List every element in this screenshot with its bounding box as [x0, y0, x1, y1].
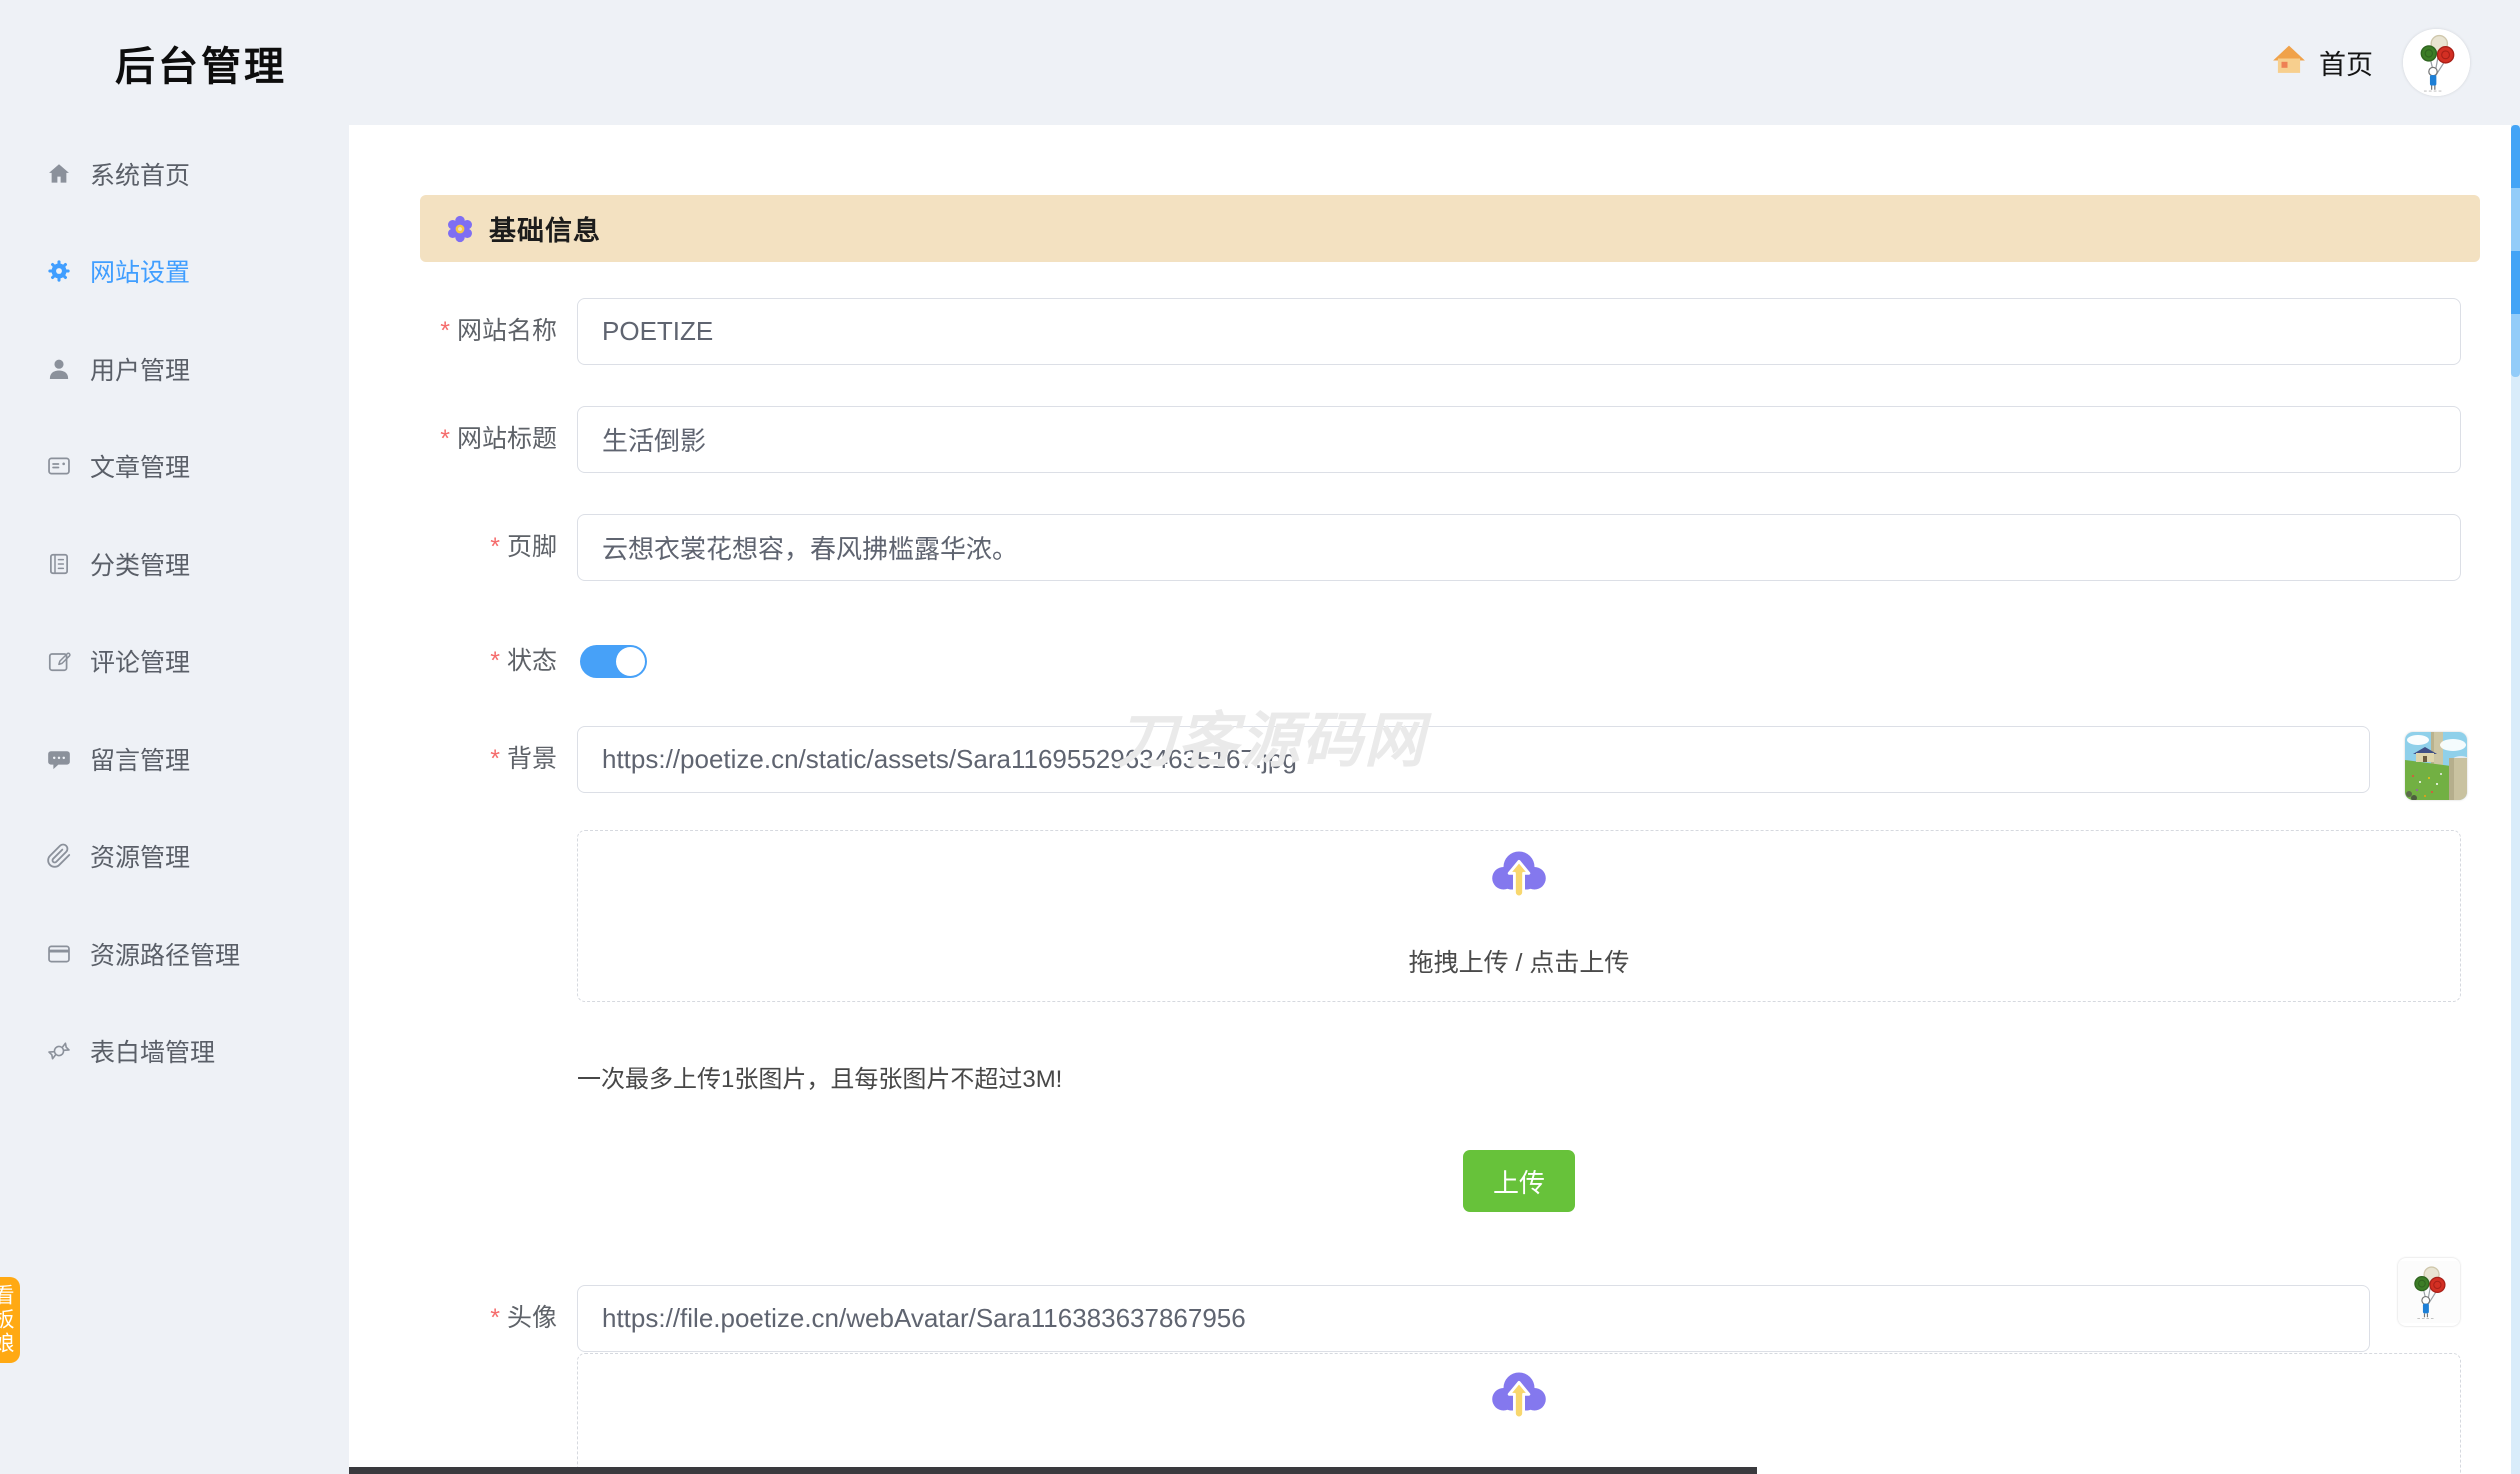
required-asterisk: *	[490, 1304, 500, 1332]
home-icon	[46, 161, 72, 187]
gear-icon	[46, 258, 72, 284]
required-asterisk: *	[490, 745, 500, 773]
postcard-icon	[46, 453, 72, 479]
upload-button[interactable]: 上传	[1463, 1150, 1575, 1212]
house-icon	[2271, 42, 2307, 83]
background-url-input[interactable]	[577, 726, 2370, 793]
avatar-url-input[interactable]	[577, 1285, 2370, 1352]
scrollbar-track[interactable]	[2511, 125, 2520, 1474]
paperclip-icon	[46, 843, 72, 869]
site-title-label: *网站标题	[349, 406, 557, 473]
footer-label: *页脚	[349, 514, 557, 581]
edit-icon	[46, 648, 72, 674]
required-asterisk: *	[440, 317, 450, 345]
sidebar-item-categories[interactable]: 分类管理	[0, 515, 349, 613]
sidebar-item-resource-paths[interactable]: 资源路径管理	[0, 905, 349, 1003]
app-header: 后台管理 首页	[0, 0, 2520, 125]
upload-note: 一次最多上传1张图片，且每张图片不超过3M!	[577, 1059, 1062, 1094]
notebook-icon	[46, 551, 72, 577]
status-toggle[interactable]	[580, 645, 647, 678]
sidebar-item-site-settings[interactable]: 网站设置	[0, 223, 349, 321]
sidebar-item-users[interactable]: 用户管理	[0, 320, 349, 418]
footer-row: *页脚	[349, 514, 2510, 581]
sidebar-item-confession-wall[interactable]: 表白墙管理	[0, 1003, 349, 1101]
avatar-thumbnail[interactable]	[2398, 1258, 2460, 1326]
home-link[interactable]: 首页	[2271, 42, 2373, 83]
background-thumbnail[interactable]	[2405, 732, 2467, 800]
section-header: 基础信息	[420, 195, 2480, 262]
status-label: *状态	[349, 645, 557, 678]
chat-icon	[46, 746, 72, 772]
avatar-upload-dropzone[interactable]	[577, 1353, 2461, 1474]
main-content: 基础信息 *网站名称 *网站标题 *页脚 *状态 *背景	[349, 125, 2511, 1474]
sidebar-item-articles[interactable]: 文章管理	[0, 418, 349, 516]
site-title-input[interactable]	[577, 406, 2461, 473]
candy-icon	[46, 1038, 72, 1064]
upload-cloud-icon	[1485, 843, 1553, 905]
avatar-label: *头像	[349, 1285, 557, 1352]
background-row: *背景	[349, 726, 2510, 793]
site-name-row: *网站名称	[349, 298, 2510, 365]
bank-card-icon	[46, 941, 72, 967]
avatar-row: *头像	[349, 1285, 2510, 1352]
sidebar-item-home[interactable]: 系统首页	[0, 125, 349, 223]
user-avatar[interactable]	[2403, 29, 2470, 96]
background-label: *背景	[349, 726, 557, 793]
side-badge[interactable]: 看板娘	[0, 1277, 20, 1363]
upload-cloud-icon	[1485, 1364, 1553, 1426]
section-gear-icon	[445, 214, 475, 244]
upload-drop-text: 拖拽上传 / 点击上传	[578, 943, 2460, 979]
required-asterisk: *	[490, 533, 500, 561]
section-title: 基础信息	[489, 209, 601, 248]
user-icon	[46, 356, 72, 382]
sidebar-item-comments[interactable]: 评论管理	[0, 613, 349, 711]
toggle-knob	[616, 647, 645, 676]
sidebar-item-messages[interactable]: 留言管理	[0, 710, 349, 808]
home-label: 首页	[2319, 43, 2373, 82]
site-name-label: *网站名称	[349, 298, 557, 365]
scrollbar-thumb[interactable]	[2511, 125, 2520, 377]
site-name-input[interactable]	[577, 298, 2461, 365]
window-edge	[349, 1467, 1757, 1474]
status-row: *状态	[349, 645, 2510, 678]
sidebar-item-resources[interactable]: 资源管理	[0, 808, 349, 906]
upload-dropzone[interactable]: 拖拽上传 / 点击上传	[577, 830, 2461, 1002]
footer-input[interactable]	[577, 514, 2461, 581]
required-asterisk: *	[490, 647, 500, 675]
app-title: 后台管理	[115, 34, 287, 92]
sidebar: 系统首页 网站设置 用户管理	[0, 125, 349, 1474]
required-asterisk: *	[440, 425, 450, 453]
site-title-row: *网站标题	[349, 406, 2510, 473]
